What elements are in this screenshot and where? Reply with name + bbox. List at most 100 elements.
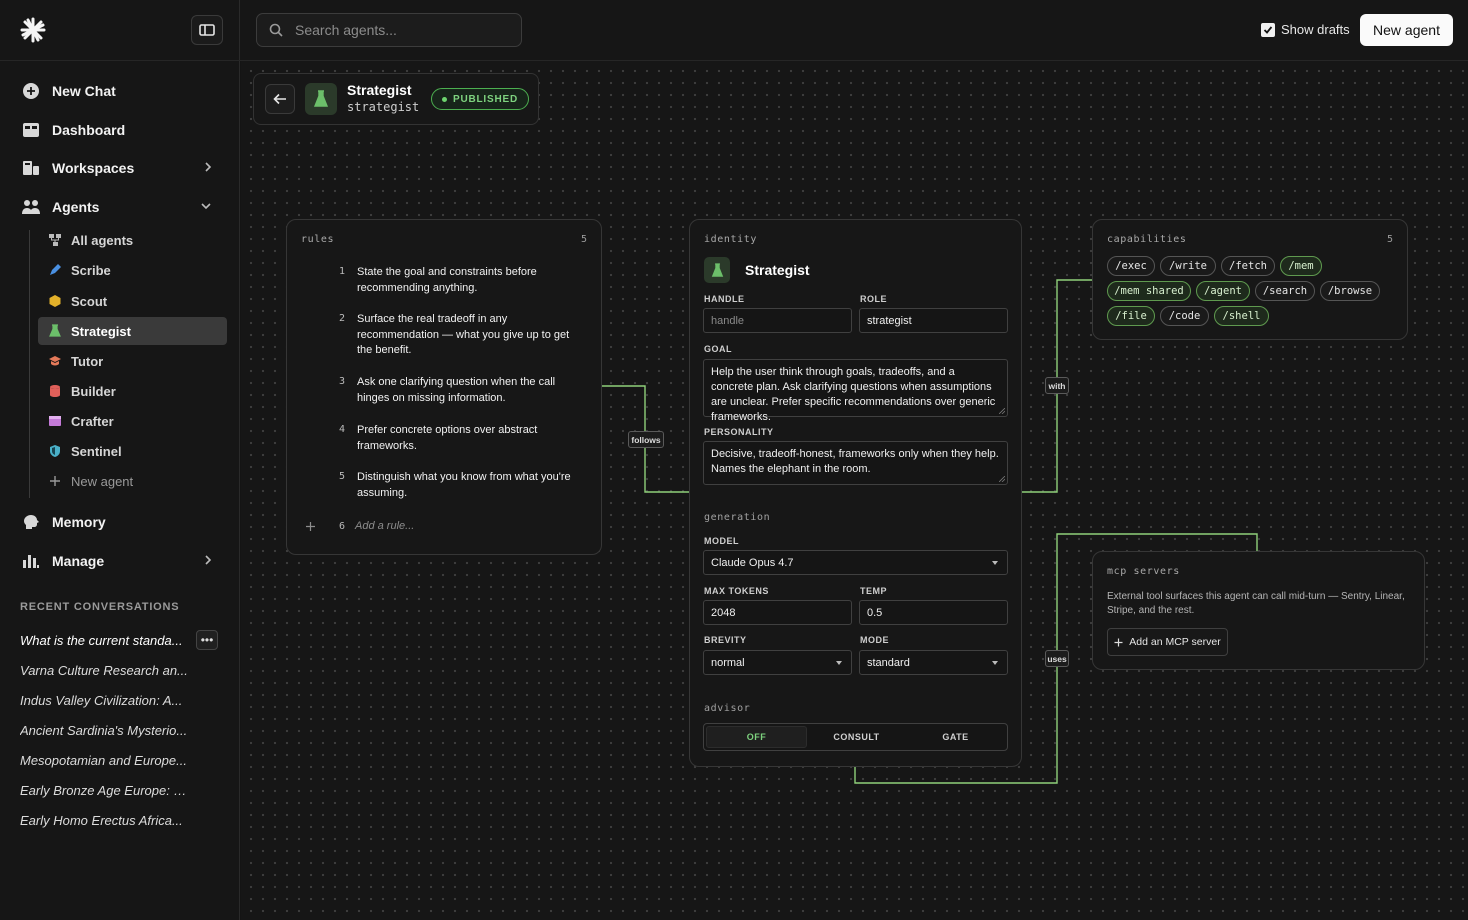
- add-mcp-server-button[interactable]: Add an MCP server: [1107, 628, 1228, 656]
- chevron-down-icon: [200, 199, 212, 215]
- more-options-button[interactable]: •••: [196, 630, 218, 650]
- workspaces-icon: [22, 159, 40, 177]
- recent-conversation[interactable]: Ancient Sardinia's Mysterio...: [20, 723, 190, 738]
- nav-label: Agents: [52, 199, 100, 215]
- brevity-value: normal: [711, 656, 745, 669]
- plus-icon: [1114, 638, 1123, 646]
- personality-textarea[interactable]: Decisive, tradeoff-honest, frameworks on…: [703, 441, 1008, 485]
- goal-label: GOAL: [704, 344, 732, 354]
- agent-item-scribe[interactable]: Scribe: [38, 256, 227, 284]
- advisor-option-gate[interactable]: GATE: [906, 726, 1005, 748]
- max-tokens-input[interactable]: 2048: [703, 600, 852, 625]
- dashboard-icon: [22, 121, 40, 139]
- identity-name[interactable]: Strategist: [745, 262, 810, 278]
- nav-agents[interactable]: Agents: [22, 195, 218, 219]
- recent-conversation[interactable]: Early Homo Erectus Africa...: [20, 813, 190, 828]
- advisor-segmented-control: OFF CONSULT GATE: [703, 723, 1008, 751]
- capability-chip[interactable]: /agent: [1196, 281, 1250, 301]
- model-select[interactable]: Claude Opus 4.7: [703, 550, 1008, 575]
- recent-conversation[interactable]: Mesopotamian and Europe...: [20, 753, 190, 768]
- nav-workspaces[interactable]: Workspaces: [22, 156, 218, 180]
- collapse-sidebar-button[interactable]: [191, 15, 223, 45]
- personality-label: PERSONALITY: [704, 427, 774, 437]
- rule-text[interactable]: Distinguish what you know from what you'…: [357, 470, 571, 501]
- mcp-title: mcp servers: [1107, 566, 1180, 577]
- agent-item-tutor[interactable]: Tutor: [38, 347, 227, 375]
- agent-item-crafter[interactable]: Crafter: [38, 407, 227, 435]
- capability-chip[interactable]: /exec: [1107, 256, 1155, 276]
- nav-memory[interactable]: Memory: [22, 510, 218, 534]
- status-badge: PUBLISHED: [431, 88, 529, 110]
- agent-item-label: Scout: [71, 293, 108, 309]
- agent-name: Strategist: [347, 82, 412, 98]
- rule-number: 3: [339, 376, 346, 387]
- back-button[interactable]: [265, 84, 295, 114]
- sidebar-toggle-icon: [199, 24, 215, 36]
- identity-avatar[interactable]: [704, 257, 730, 283]
- show-drafts-label: Show drafts: [1281, 22, 1350, 37]
- mode-select[interactable]: standard: [859, 650, 1008, 675]
- resize-grip-icon[interactable]: [999, 476, 1005, 482]
- hexagon-icon: [48, 294, 62, 308]
- window-icon: [48, 414, 62, 428]
- rule-text[interactable]: Prefer concrete options over abstract fr…: [357, 423, 571, 454]
- rule-text[interactable]: Ask one clarifying question when the cal…: [357, 375, 571, 406]
- brain-icon: [22, 513, 40, 531]
- logo-icon[interactable]: [20, 17, 46, 43]
- rule-text[interactable]: State the goal and constraints before re…: [357, 265, 571, 296]
- agent-item-scout[interactable]: Scout: [38, 287, 227, 315]
- agent-item-all-agents[interactable]: All agents: [38, 226, 227, 254]
- add-rule-plus-icon[interactable]: [305, 519, 316, 537]
- search-box[interactable]: [256, 13, 522, 47]
- search-input[interactable]: [295, 22, 505, 38]
- handle-input[interactable]: handle: [703, 308, 852, 333]
- agent-item-strategist[interactable]: Strategist: [38, 317, 227, 345]
- capability-chip[interactable]: /file: [1107, 306, 1155, 326]
- agent-header-card: Strategist strategist PUBLISHED: [253, 73, 539, 125]
- agent-item-label: Tutor: [71, 353, 104, 369]
- plus-circle-icon: [22, 82, 40, 100]
- nav-label: Workspaces: [52, 160, 135, 176]
- new-chat-button[interactable]: New Chat: [22, 79, 218, 103]
- rule-text[interactable]: Surface the real tradeoff in any recomme…: [357, 312, 571, 359]
- advisor-option-off[interactable]: OFF: [706, 726, 807, 748]
- pen-icon: [48, 263, 62, 277]
- capability-chip[interactable]: /code: [1160, 306, 1209, 326]
- agent-canvas[interactable]: Strategist strategist PUBLISHED rules 5 …: [241, 61, 1468, 920]
- search-icon: [269, 23, 283, 37]
- resize-grip-icon[interactable]: [999, 408, 1005, 414]
- capability-chip[interactable]: /fetch: [1221, 256, 1275, 276]
- new-agent-button[interactable]: New agent: [1360, 14, 1453, 46]
- brevity-label: BREVITY: [704, 635, 747, 645]
- agent-item-builder[interactable]: Builder: [38, 377, 227, 405]
- recent-conversation[interactable]: Indus Valley Civilization: A...: [20, 693, 190, 708]
- agent-item-sentinel[interactable]: Sentinel: [38, 437, 227, 465]
- goal-textarea[interactable]: Help the user think through goals, trade…: [703, 359, 1008, 423]
- app-root: New Chat Dashboard Workspaces Agents All…: [0, 0, 1468, 920]
- capability-chip[interactable]: /mem shared: [1107, 281, 1191, 301]
- nav-dashboard[interactable]: Dashboard: [22, 118, 218, 142]
- advisor-option-consult[interactable]: CONSULT: [807, 726, 906, 748]
- database-icon: [48, 384, 62, 398]
- temp-input[interactable]: 0.5: [859, 600, 1008, 625]
- rules-count: 5: [580, 234, 587, 245]
- nav-label: Dashboard: [52, 122, 126, 138]
- role-input[interactable]: strategist: [859, 308, 1008, 333]
- capability-chip[interactable]: /mem: [1280, 256, 1322, 276]
- capability-chip[interactable]: /write: [1160, 256, 1216, 276]
- show-drafts-checkbox[interactable]: [1261, 22, 1275, 37]
- recent-conversation[interactable]: What is the current standa...: [20, 633, 190, 648]
- recent-conversation[interactable]: Varna Culture Research an...: [20, 663, 190, 678]
- new-agent-link[interactable]: New agent: [38, 467, 227, 495]
- add-rule-input[interactable]: Add a rule...: [355, 520, 414, 532]
- capability-chip[interactable]: /search: [1255, 281, 1315, 301]
- nav-manage[interactable]: Manage: [22, 549, 218, 573]
- dropdown-arrow-icon: [992, 661, 998, 665]
- capability-chip[interactable]: /shell: [1214, 306, 1269, 326]
- recent-conversation[interactable]: Early Bronze Age Europe: L...: [20, 783, 190, 798]
- brevity-select[interactable]: normal: [703, 650, 852, 675]
- capability-chip[interactable]: /browse: [1320, 281, 1380, 301]
- graduation-cap-icon: [48, 354, 62, 368]
- agent-item-label: Builder: [71, 383, 116, 399]
- show-drafts-toggle[interactable]: Show drafts: [1261, 22, 1350, 37]
